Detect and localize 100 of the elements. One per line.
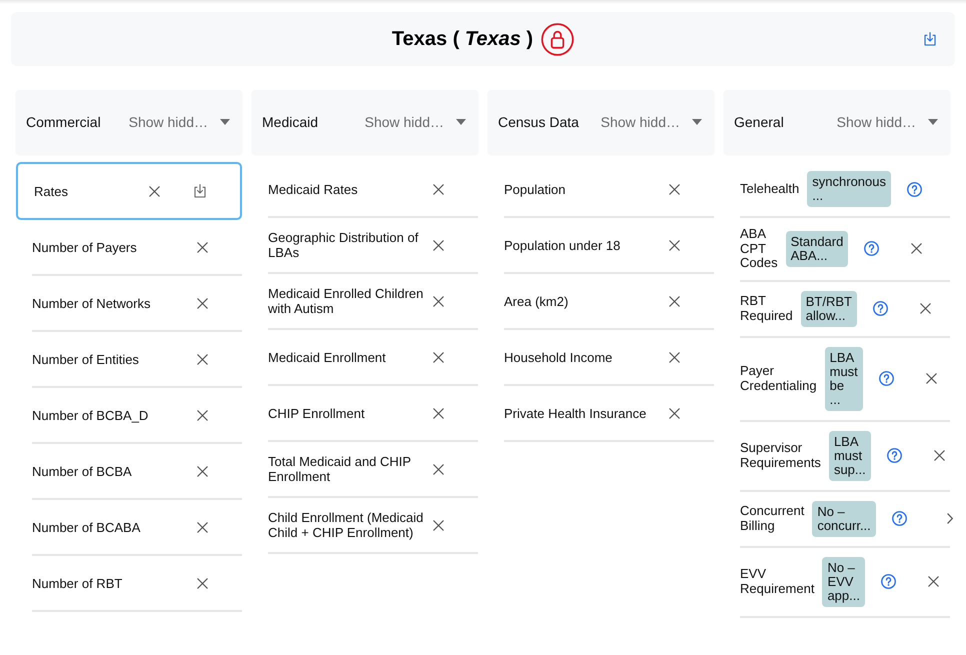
policy-row[interactable]: Concurrent Billing No – concurr... (740, 492, 950, 548)
caret-icon (220, 119, 230, 125)
close-icon[interactable] (197, 578, 208, 588)
close-icon[interactable] (433, 240, 444, 250)
close-icon[interactable] (197, 354, 208, 364)
metric-label: Private Health Insurance (504, 406, 648, 420)
policy-value-tag[interactable]: BT/RBT allow... (800, 290, 857, 326)
help-icon[interactable] (892, 511, 907, 526)
metric-row[interactable]: Population under 18 (504, 218, 714, 274)
help-icon[interactable] (864, 241, 880, 256)
metric-label: Population (504, 182, 566, 196)
metric-row[interactable]: Total Medicaid and CHIP Enrollment (268, 442, 478, 498)
help-icon[interactable] (878, 371, 894, 386)
help-icon[interactable] (907, 182, 922, 196)
close-icon[interactable] (197, 242, 208, 252)
close-icon[interactable] (669, 352, 680, 362)
metric-label: Medicaid Rates (268, 182, 359, 196)
metric-label: Number of BCABA (32, 520, 142, 534)
metric-row[interactable]: Number of BCBA (32, 444, 242, 500)
metric-label: Population under 18 (504, 238, 622, 252)
help-icon[interactable] (880, 574, 896, 589)
help-icon[interactable] (886, 448, 902, 463)
metric-label: Medicaid Enrolled Children with Autism (268, 286, 424, 316)
close-icon[interactable] (197, 298, 208, 308)
caret-icon (692, 119, 702, 125)
policy-label: EVV Requirement (740, 567, 814, 596)
metric-label: Child Enrollment (Medicaid Child + CHIP Enrollment) (268, 510, 424, 540)
metric-label: Number of BCBA_D (32, 408, 150, 422)
metric-row[interactable]: Medicaid Enrollment (268, 330, 478, 386)
metric-row[interactable]: Number of Networks (32, 276, 242, 332)
close-icon[interactable] (669, 240, 680, 250)
policy-value-tag[interactable]: synchronous ... (807, 171, 891, 207)
show-hidden-dropdown[interactable]: Show hidd… (364, 112, 466, 132)
policy-value-tag[interactable]: LBA must sup... (828, 430, 871, 480)
close-icon[interactable] (149, 186, 160, 196)
close-icon[interactable] (433, 520, 444, 530)
metric-label: Total Medicaid and CHIP Enrollment (268, 454, 412, 484)
metric-row[interactable]: Private Health Insurance (504, 386, 714, 442)
lock-icon[interactable] (541, 22, 574, 56)
close-icon[interactable] (669, 408, 680, 418)
download-icon[interactable] (192, 183, 208, 199)
policy-value-tag[interactable]: Standard ABA... (786, 230, 848, 267)
metric-label: Household Income (504, 350, 614, 364)
column-title: Census Data (498, 112, 579, 132)
policy-value-tag[interactable]: No – EVV app... (822, 556, 865, 606)
policy-label: RBT Required (740, 294, 793, 323)
metric-row[interactable]: Number of BCBA_D (32, 388, 242, 444)
close-icon[interactable] (926, 373, 937, 384)
download-icon[interactable] (922, 31, 938, 47)
policy-value-tag[interactable]: LBA must be ... (824, 346, 863, 410)
metric-row[interactable]: Geographic Distribution of LBAs (268, 218, 478, 274)
close-icon[interactable] (433, 464, 444, 474)
metric-row[interactable]: Child Enrollment (Medicaid Child + CHIP Enrollment) (268, 498, 478, 554)
metric-row[interactable]: Population (504, 162, 714, 218)
metric-row[interactable]: CHIP Enrollment (268, 386, 478, 442)
metric-row[interactable]: Area (km2) (504, 274, 714, 330)
metric-row[interactable]: Number of BCABA (32, 500, 242, 556)
close-icon[interactable] (928, 576, 939, 587)
close-icon[interactable] (197, 522, 208, 532)
close-icon[interactable] (197, 466, 208, 476)
close-icon[interactable] (197, 410, 208, 420)
caret-icon (456, 119, 466, 125)
show-hidden-dropdown[interactable]: Show hidd… (600, 112, 702, 132)
metric-label: Number of Payers (32, 240, 138, 254)
column-title: General (734, 112, 784, 132)
caret-icon (928, 119, 938, 125)
help-icon[interactable] (872, 301, 888, 316)
close-icon[interactable] (433, 184, 444, 194)
metric-row[interactable]: Number of RBT (32, 556, 242, 612)
policy-row[interactable]: RBT Required BT/RBT allow... (740, 282, 950, 338)
close-icon[interactable] (433, 408, 444, 418)
metric-label: Medicaid Enrollment (268, 350, 387, 364)
metric-label: Number of RBT (32, 576, 124, 590)
policy-label: Payer Credentialing (740, 364, 817, 393)
column-title: Commercial (26, 112, 101, 132)
policy-value-tag[interactable]: No – concurr... (812, 500, 876, 536)
chevron-right-icon[interactable] (946, 513, 953, 524)
close-icon[interactable] (433, 296, 444, 306)
policy-label: Supervisor Requirements (740, 441, 821, 470)
close-icon[interactable] (669, 184, 680, 194)
metric-row[interactable]: Number of Payers (32, 220, 242, 276)
metric-row[interactable]: Medicaid Rates (268, 162, 478, 218)
metric-row[interactable]: Rates (16, 162, 242, 220)
close-icon[interactable] (911, 243, 922, 254)
metric-label: Number of Networks (32, 296, 152, 310)
metric-label: Geographic Distribution of LBAs (268, 230, 420, 260)
metric-row[interactable]: Number of Entities (32, 332, 242, 388)
close-icon[interactable] (920, 303, 931, 314)
metric-row[interactable]: Household Income (504, 330, 714, 386)
metric-label: CHIP Enrollment (268, 406, 366, 420)
close-icon[interactable] (934, 450, 945, 461)
show-hidden-dropdown[interactable]: Show hidd… (836, 112, 938, 132)
policy-row[interactable]: Payer Credentialing LBA must be ... (740, 338, 950, 422)
policy-label: ABA CPT Codes (740, 227, 778, 270)
metric-row[interactable]: Medicaid Enrolled Children with Autism (268, 274, 478, 330)
page-title: Texas ( Texas ) (392, 27, 534, 52)
close-icon[interactable] (669, 296, 680, 306)
show-hidden-dropdown[interactable]: Show hidd… (128, 112, 230, 132)
metric-label: Rates (34, 184, 69, 198)
close-icon[interactable] (433, 352, 444, 362)
